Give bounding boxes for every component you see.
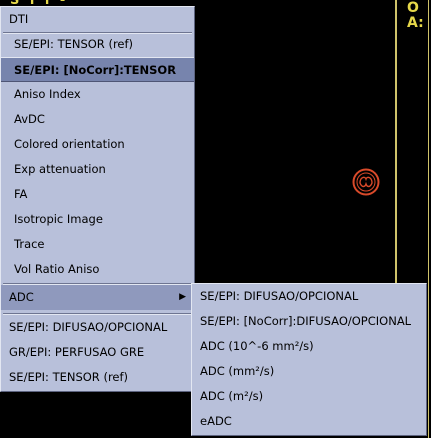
viewer-border-line	[395, 0, 397, 283]
menu-item-aniso-index[interactable]: Aniso Index	[1, 82, 194, 107]
viewer-overlay-a: A:	[407, 15, 424, 31]
submenu-item-nocorr-difusao[interactable]: SE/EPI: [NoCorr]:DIFUSAO/OPCIONAL	[192, 309, 426, 334]
menu-header-dti[interactable]: DTI	[1, 7, 194, 32]
dti-context-menu: DTI SE/EPI: TENSOR (ref) SE/EPI: [NoCorr…	[0, 6, 195, 392]
submenu-item-adc-mm2[interactable]: ADC (mm²/s)	[192, 359, 426, 384]
menu-item-exp-attenuation[interactable]: Exp attenuation	[1, 157, 194, 182]
menu-item-tensor-ref[interactable]: SE/EPI: TENSOR (ref)	[1, 32, 194, 57]
menu-item-fa[interactable]: FA	[1, 182, 194, 207]
menu-item-tensor-ref-2[interactable]: SE/EPI: TENSOR (ref)	[1, 365, 194, 390]
menu-item-avdc[interactable]: AvDC	[1, 107, 194, 132]
menu-item-colored-orientation[interactable]: Colored orientation	[1, 132, 194, 157]
menu-item-vol-ratio-aniso[interactable]: Vol Ratio Aniso	[1, 257, 194, 282]
submenu-arrow-icon: ▶	[179, 292, 186, 302]
menu-item-adc-label: ADC	[9, 290, 34, 304]
viewer-overlay-o: O	[407, 0, 419, 16]
menu-item-perfusao-gre[interactable]: GR/EPI: PERFUSAO GRE	[1, 340, 194, 365]
adc-submenu: SE/EPI: DIFUSAO/OPCIONAL SE/EPI: [NoCorr…	[191, 283, 427, 436]
submenu-item-eadc[interactable]: eADC	[192, 409, 426, 434]
submenu-item-adc-m2[interactable]: ADC (m²/s)	[192, 384, 426, 409]
menu-item-trace[interactable]: Trace	[1, 232, 194, 257]
viewer-border-line-right	[428, 0, 429, 438]
menu-item-isotropic-image[interactable]: Isotropic Image	[1, 207, 194, 232]
menu-item-nocorr-tensor[interactable]: SE/EPI: [NoCorr]:TENSOR	[1, 57, 194, 82]
ge-logo-icon	[352, 168, 380, 196]
menu-item-difusao-opcional[interactable]: SE/EPI: DIFUSAO/OPCIONAL	[1, 315, 194, 340]
submenu-item-adc-1e-6[interactable]: ADC (10^-6 mm²/s)	[192, 334, 426, 359]
menu-item-adc-submenu[interactable]: ADC ▶	[1, 285, 194, 310]
submenu-item-difusao-opcional[interactable]: SE/EPI: DIFUSAO/OPCIONAL	[192, 284, 426, 309]
